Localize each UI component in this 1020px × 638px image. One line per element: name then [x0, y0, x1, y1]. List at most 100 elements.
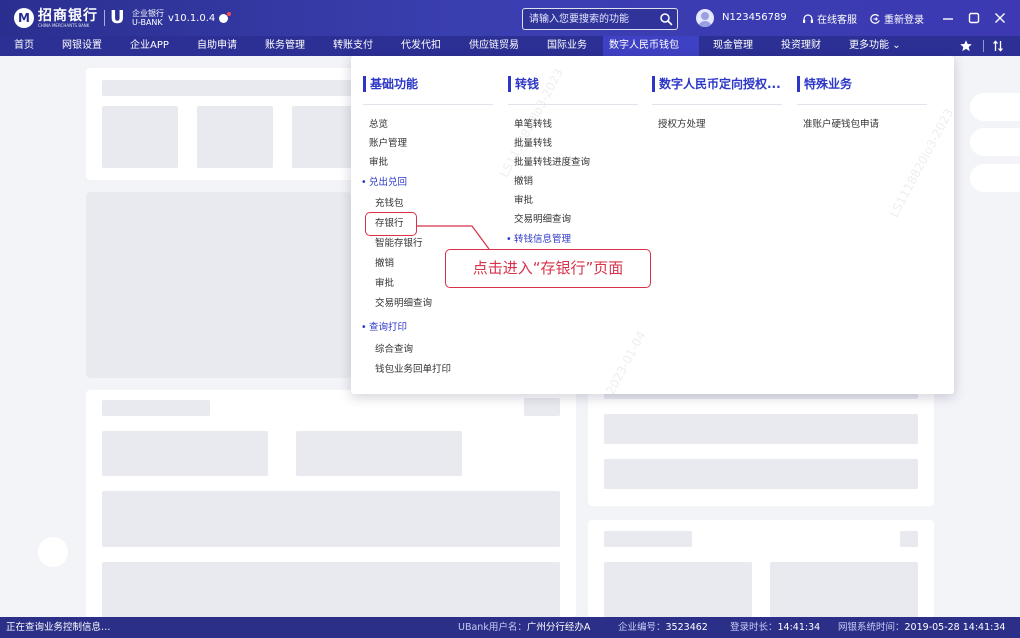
nav-item-transfer-payment[interactable]: 转账支付 [327, 36, 379, 56]
maximize-icon[interactable] [966, 10, 982, 26]
ubank-u-icon: U [110, 7, 125, 28]
skeleton-block [296, 431, 462, 476]
skeleton-block [102, 562, 560, 618]
menu-column-title-transfer: 转钱 [508, 76, 638, 92]
version-info[interactable]: v10.1.0.4 [168, 12, 232, 24]
menu-group-transfer-info[interactable]: 转钱信息管理 [506, 234, 571, 246]
relogin-icon [870, 13, 880, 24]
watermark-text: LS1118820lo3-2023 [886, 106, 954, 220]
menu-column-title-basic: 基础功能 [363, 76, 493, 92]
more-label: 更多功能 [849, 40, 889, 51]
side-tab[interactable] [970, 128, 1020, 156]
menu-group-exchange[interactable]: 兑出兑回 [361, 177, 407, 189]
menu-item-authorizer-processing[interactable]: 授权方处理 [658, 119, 706, 131]
menu-item-receipt-print[interactable]: 钱包业务回单打印 [375, 364, 451, 376]
cmb-logo-icon: M [14, 8, 34, 28]
nav-item-more[interactable]: 更多功能 ⌄ [843, 36, 907, 56]
product-name: 企业银行 [132, 9, 164, 18]
sort-arrows-icon[interactable] [991, 39, 1005, 53]
chevron-down-icon: ⌄ [892, 40, 901, 51]
minimize-icon[interactable] [940, 10, 956, 26]
star-icon[interactable] [959, 39, 973, 53]
skeleton-block [292, 106, 352, 168]
brand-name: 招商银行 [38, 7, 98, 24]
menu-group-query-print[interactable]: 查询打印 [361, 322, 407, 334]
ubank-logo: U 企业银行 U-BANK [110, 8, 164, 28]
status-bar: 正在查询业务控制信息… UBank用户名：广州分行经办A 企业编号：352346… [0, 617, 1020, 638]
menu-item-smart-deposit[interactable]: 智能存银行 [375, 238, 423, 250]
headset-icon [803, 13, 813, 23]
nav-item-accounting[interactable]: 账务管理 [259, 36, 311, 56]
update-dot-icon[interactable] [219, 12, 232, 23]
nav-item-digital-rmb-wallet[interactable]: 数字人民币钱包 [603, 36, 699, 56]
status-label: UBank用户名： [458, 622, 527, 633]
menu-item-approval[interactable]: 审批 [369, 157, 388, 169]
column-divider [508, 104, 638, 105]
floating-chat-button[interactable] [38, 537, 68, 567]
main-nav: 首页 网银设置 企业APP 自助申请 账务管理 转账支付 代发代扣 供应链贸易 … [0, 36, 1020, 56]
menu-item-single-transfer[interactable]: 单笔转钱 [514, 119, 552, 131]
status-login-duration: 14:41:34 [777, 622, 821, 633]
highlight-box [365, 212, 417, 236]
skeleton-banner [86, 192, 351, 378]
nav-item-payroll[interactable]: 代发代扣 [395, 36, 447, 56]
status-company-no: 3523462 [665, 622, 708, 633]
menu-item-top-up-wallet[interactable]: 充钱包 [375, 198, 404, 210]
skeleton-block [102, 491, 560, 547]
bank-logo[interactable]: M 招商银行 CHINA MERCHANTS BANK [14, 8, 98, 28]
version-text: v10.1.0.4 [168, 13, 216, 24]
status-system-time: 2019-05-28 14:41:34 [904, 622, 1006, 633]
title-bar: M 招商银行 CHINA MERCHANTS BANK U 企业银行 U-BAN… [0, 0, 1020, 36]
column-divider [797, 104, 927, 105]
menu-item-approval[interactable]: 审批 [375, 278, 394, 290]
menu-item-transaction-details[interactable]: 交易明细查询 [375, 298, 432, 310]
menu-item-transaction-details[interactable]: 交易明细查询 [514, 214, 571, 226]
relogin-button[interactable]: 重新登录 [869, 11, 924, 26]
close-icon[interactable] [992, 10, 1008, 26]
menu-item-cancel[interactable]: 撤销 [375, 258, 394, 270]
status-label: 登录时长： [730, 622, 778, 633]
skeleton-block [770, 562, 918, 618]
menu-item-comprehensive-query[interactable]: 综合查询 [375, 344, 413, 356]
status-message: 正在查询业务控制信息… [6, 622, 111, 633]
relogin-label: 重新登录 [884, 15, 924, 26]
nav-item-investment[interactable]: 投资理财 [775, 36, 827, 56]
callout-tooltip: 点击进入“存银行”页面 [445, 249, 651, 288]
search-input[interactable] [529, 12, 657, 26]
watermark-text: 2023-01-04 [603, 328, 649, 394]
status-label: 网银系统时间： [838, 622, 905, 633]
skeleton-block [102, 106, 178, 168]
status-ubank-user: 广州分行经办A [526, 622, 591, 633]
product-code: U-BANK [132, 18, 163, 27]
user-id[interactable]: N123456789 [722, 12, 787, 23]
menu-item-hard-wallet-application[interactable]: 准账户硬钱包申请 [803, 119, 879, 131]
side-tab[interactable] [970, 93, 1020, 121]
menu-column-title-special: 特殊业务 [797, 76, 927, 92]
logo-divider [104, 10, 105, 26]
side-tab[interactable] [970, 164, 1020, 192]
skeleton-line [102, 80, 352, 96]
menu-item-batch-progress[interactable]: 批量转钱进度查询 [514, 157, 590, 169]
skeleton-line [900, 531, 918, 547]
menu-item-account-management[interactable]: 账户管理 [369, 138, 407, 150]
menu-item-cancel[interactable]: 撤销 [514, 176, 533, 188]
user-avatar[interactable] [696, 9, 714, 27]
menu-item-approval[interactable]: 审批 [514, 195, 533, 207]
nav-item-enterprise-app[interactable]: 企业APP [124, 36, 175, 56]
nav-item-home[interactable]: 首页 [8, 36, 40, 56]
search-icon[interactable] [659, 12, 673, 26]
menu-item-overview[interactable]: 总览 [369, 119, 388, 131]
online-service-button[interactable]: 在线客服 [802, 11, 857, 26]
menu-item-batch-transfer[interactable]: 批量转钱 [514, 138, 552, 150]
skeleton-block [197, 106, 273, 168]
skeleton-block [604, 562, 752, 618]
nav-item-cash-management[interactable]: 现金管理 [707, 36, 759, 56]
nav-item-self-service[interactable]: 自助申请 [191, 36, 243, 56]
skeleton-line [102, 400, 210, 416]
nav-item-ebank-settings[interactable]: 网银设置 [56, 36, 108, 56]
nav-item-international[interactable]: 国际业务 [541, 36, 593, 56]
skeleton-line [604, 414, 918, 444]
skeleton-line [604, 459, 918, 489]
skeleton-line [604, 531, 692, 547]
nav-item-supply-chain[interactable]: 供应链贸易 [463, 36, 525, 56]
